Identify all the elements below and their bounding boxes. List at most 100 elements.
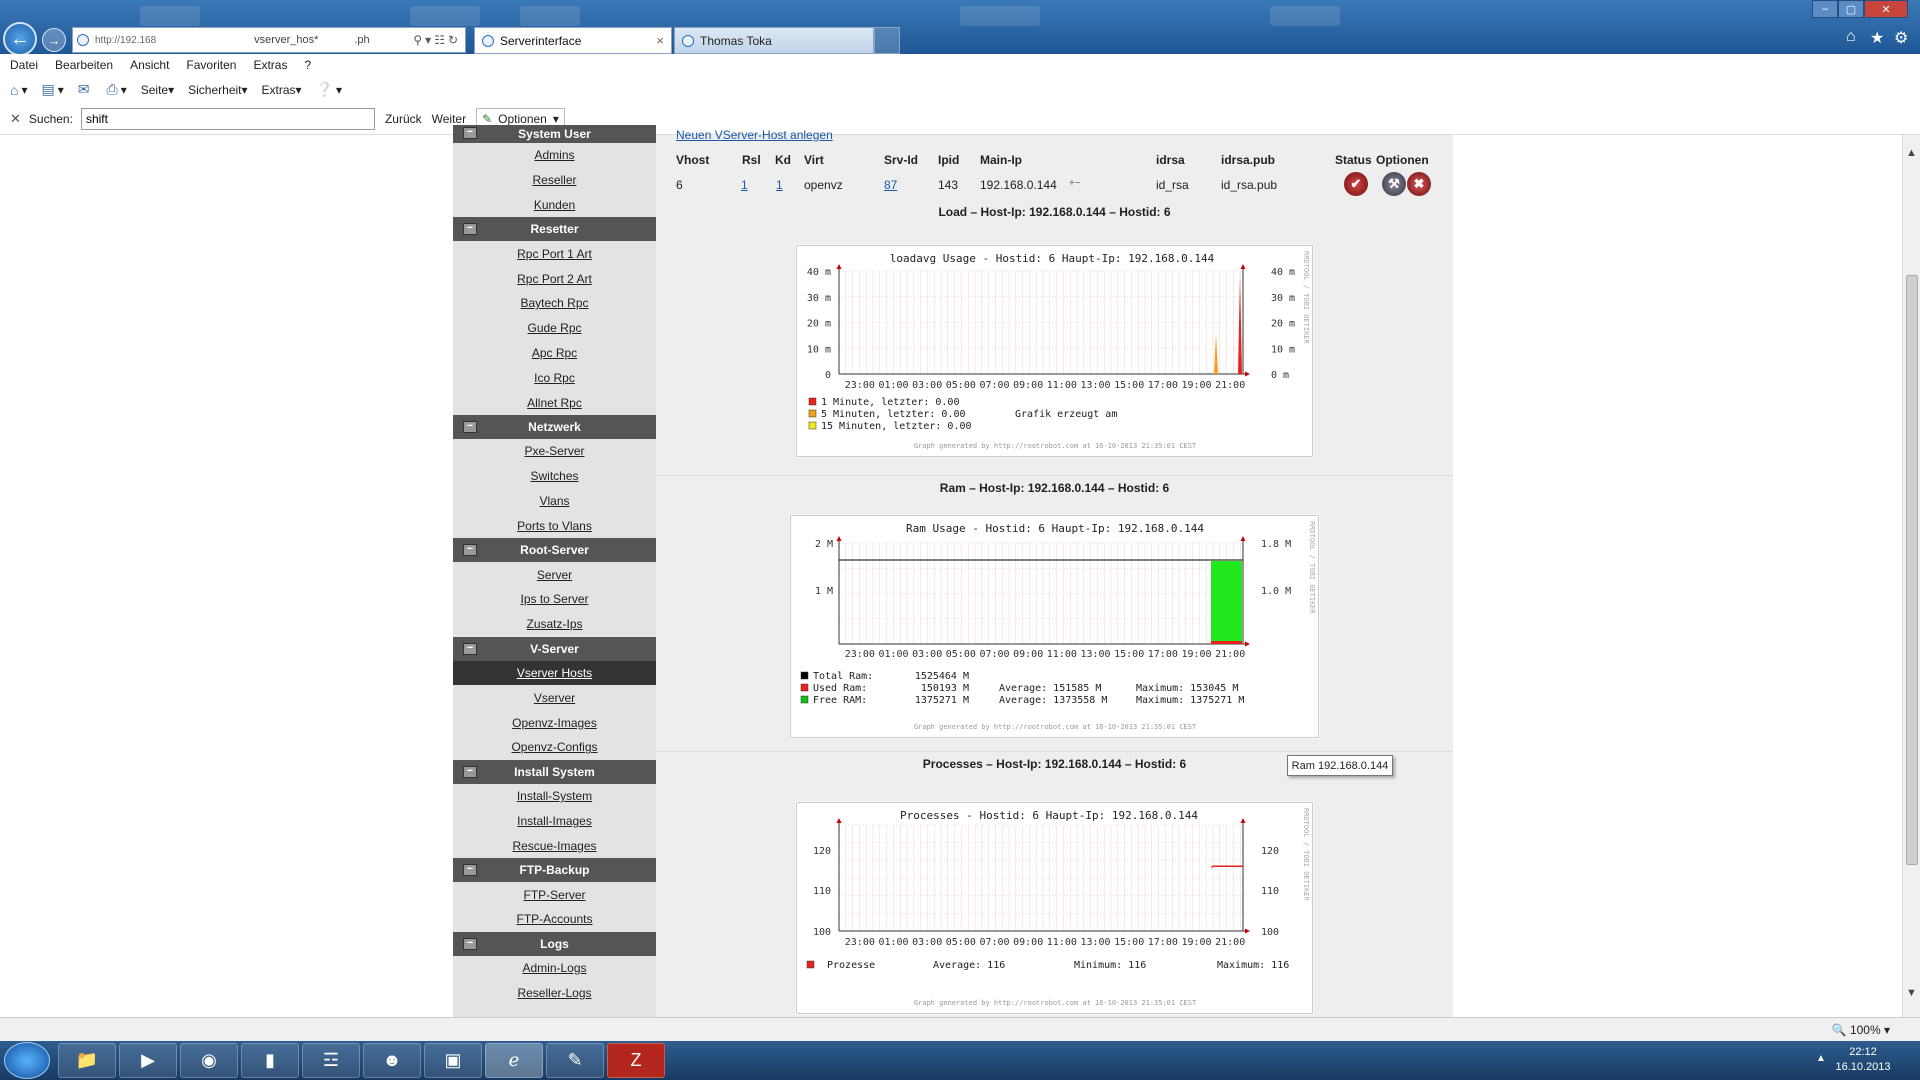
- sidebar-section[interactable]: − Netzwerk: [453, 414, 656, 439]
- collapse-icon[interactable]: −: [463, 420, 477, 433]
- taskbar-network-app[interactable]: ☲: [302, 1043, 360, 1078]
- sidebar-item[interactable]: Rescue-Images: [453, 833, 656, 858]
- start-button[interactable]: [4, 1042, 50, 1079]
- new-vserver-host-link[interactable]: Neuen VServer-Host anlegen: [676, 128, 833, 142]
- forward-button[interactable]: →: [42, 28, 66, 52]
- sidebar-item[interactable]: Openvz-Images: [453, 710, 656, 735]
- sidebar-item[interactable]: Switches: [453, 464, 656, 489]
- taskbar-internet-explorer[interactable]: ℯ: [485, 1043, 543, 1078]
- collapse-icon[interactable]: −: [463, 127, 477, 139]
- sidebar-item[interactable]: Rpc Port 2 Art: [453, 266, 656, 291]
- home-button[interactable]: ⌂ ▾: [10, 82, 28, 98]
- page-menu[interactable]: Seite ▾: [141, 83, 174, 97]
- collapse-icon[interactable]: −: [463, 642, 477, 655]
- cell-srv-id-link[interactable]: 87: [884, 178, 897, 192]
- sidebar-item[interactable]: Server: [453, 562, 656, 587]
- home-icon[interactable]: ⌂: [1846, 28, 1856, 46]
- menu-help[interactable]: ?: [304, 58, 311, 72]
- tab-thomas-toka[interactable]: Thomas Toka: [674, 27, 874, 54]
- close-window-button[interactable]: ✕: [1864, 0, 1908, 18]
- tray-arrow-icon[interactable]: ▲: [1816, 1053, 1826, 1064]
- sidebar-item[interactable]: Ports to Vlans: [453, 513, 656, 538]
- collapse-icon[interactable]: −: [463, 864, 477, 877]
- sidebar-item[interactable]: Baytech Rpc: [453, 291, 656, 316]
- sidebar-item[interactable]: Ips to Server: [453, 587, 656, 612]
- sidebar-section[interactable]: − V-Server: [453, 636, 656, 661]
- collapse-icon[interactable]: −: [463, 937, 477, 950]
- sidebar-item[interactable]: Apc Rpc: [453, 341, 656, 366]
- sidebar-item[interactable]: Vserver: [453, 685, 656, 710]
- zoom-control[interactable]: 🔍 100% ▾: [1832, 1023, 1890, 1037]
- sidebar-section[interactable]: − Logs: [453, 931, 656, 956]
- sidebar-section[interactable]: − Install System: [453, 759, 656, 784]
- extras-menu[interactable]: Extras ▾: [262, 83, 302, 97]
- new-tab-button[interactable]: [874, 27, 900, 54]
- sidebar-item[interactable]: Install-Images: [453, 809, 656, 834]
- menu-datei[interactable]: Datei: [10, 58, 38, 72]
- scroll-down-arrow-icon[interactable]: ▼: [1906, 987, 1917, 999]
- cell-rsl-link[interactable]: 1: [741, 178, 748, 192]
- address-bar[interactable]: http://192.168 vserver_hos* .ph ⚲▾☷↻: [72, 27, 466, 53]
- back-button[interactable]: ←: [3, 22, 37, 56]
- settings-wrench-icon[interactable]: ⚒: [1382, 172, 1406, 196]
- sidebar-item[interactable]: Kunden: [453, 193, 656, 218]
- sidebar-item[interactable]: Vserver Hosts: [453, 660, 656, 686]
- collapse-icon[interactable]: −: [463, 544, 477, 557]
- status-check-icon[interactable]: ✔: [1344, 172, 1368, 196]
- page-scrollbar[interactable]: ▲ ▼: [1902, 135, 1920, 1017]
- taskbar-remote-desktop[interactable]: ▣: [424, 1043, 482, 1078]
- scroll-up-arrow-icon[interactable]: ▲: [1906, 147, 1917, 159]
- menu-bearbeiten[interactable]: Bearbeiten: [55, 58, 113, 72]
- close-tab-icon[interactable]: ×: [656, 33, 664, 48]
- sidebar-item[interactable]: Gude Rpc: [453, 316, 656, 341]
- close-find-icon[interactable]: ✕: [10, 111, 21, 127]
- collapse-icon[interactable]: −: [463, 765, 477, 778]
- taskbar-notepad[interactable]: ✎: [546, 1043, 604, 1078]
- delete-x-icon[interactable]: ✖: [1407, 172, 1431, 196]
- taskbar-explorer[interactable]: 📁: [58, 1043, 116, 1078]
- find-next-button[interactable]: Weiter: [432, 112, 466, 126]
- sidebar-item[interactable]: Ico Rpc: [453, 365, 656, 390]
- sidebar-item[interactable]: FTP-Accounts: [453, 907, 656, 932]
- print-button[interactable]: ⎙ ▾: [107, 81, 127, 98]
- sidebar-item[interactable]: Openvz-Configs: [453, 735, 656, 760]
- taskbar-people-app[interactable]: ☻: [363, 1043, 421, 1078]
- search-refresh-icons[interactable]: ⚲▾☷↻: [413, 33, 465, 47]
- favorites-star-icon[interactable]: ★: [1870, 28, 1884, 48]
- sidebar-item[interactable]: Zusatz-Ips: [453, 612, 656, 637]
- mail-button[interactable]: ✉: [78, 81, 93, 98]
- sidebar-item[interactable]: Pxe-Server: [453, 439, 656, 464]
- find-prev-button[interactable]: Zurück: [385, 112, 422, 126]
- tab-serverinterface[interactable]: Serverinterface ×: [474, 27, 672, 54]
- sidebar-section-system-user[interactable]: − System User: [453, 125, 656, 143]
- taskbar-media-player[interactable]: ▶: [119, 1043, 177, 1078]
- sidebar-item[interactable]: Allnet Rpc: [453, 390, 656, 415]
- sidebar-section[interactable]: − Root-Server: [453, 538, 656, 563]
- taskbar-firefox[interactable]: ◉: [180, 1043, 238, 1078]
- security-menu[interactable]: Sicherheit ▾: [188, 83, 247, 97]
- feeds-button[interactable]: ▤ ▾: [42, 81, 64, 98]
- menu-ansicht[interactable]: Ansicht: [130, 58, 169, 72]
- maximize-button[interactable]: ▢: [1838, 0, 1864, 18]
- find-input[interactable]: [80, 107, 375, 130]
- sidebar-item[interactable]: Reseller: [453, 168, 656, 193]
- help-button[interactable]: ❔ ▾: [316, 81, 342, 98]
- taskbar-filezilla[interactable]: Z: [607, 1043, 665, 1078]
- collapse-icon[interactable]: −: [463, 223, 477, 236]
- plus-minus-icons[interactable]: +−: [1069, 178, 1081, 189]
- scroll-thumb[interactable]: [1906, 275, 1918, 865]
- sidebar-item[interactable]: Admins: [453, 143, 656, 168]
- menu-favoriten[interactable]: Favoriten: [186, 58, 236, 72]
- sidebar-item[interactable]: Rpc Port 1 Art: [453, 241, 656, 266]
- sidebar-section[interactable]: − Resetter: [453, 217, 656, 242]
- taskbar-chart-app[interactable]: ▮: [241, 1043, 299, 1078]
- sidebar-item[interactable]: Install-System: [453, 784, 656, 809]
- minimize-button[interactable]: –: [1812, 0, 1838, 18]
- settings-gear-icon[interactable]: ⚙: [1894, 28, 1908, 48]
- sidebar-item[interactable]: FTP-Server: [453, 882, 656, 907]
- sidebar-section[interactable]: − FTP-Backup: [453, 858, 656, 883]
- system-clock[interactable]: 22:12 16.10.2013: [1828, 1045, 1898, 1075]
- menu-extras[interactable]: Extras: [253, 58, 287, 72]
- sidebar-item[interactable]: Reseller-Logs: [453, 981, 656, 1006]
- sidebar-item[interactable]: Vlans: [453, 489, 656, 514]
